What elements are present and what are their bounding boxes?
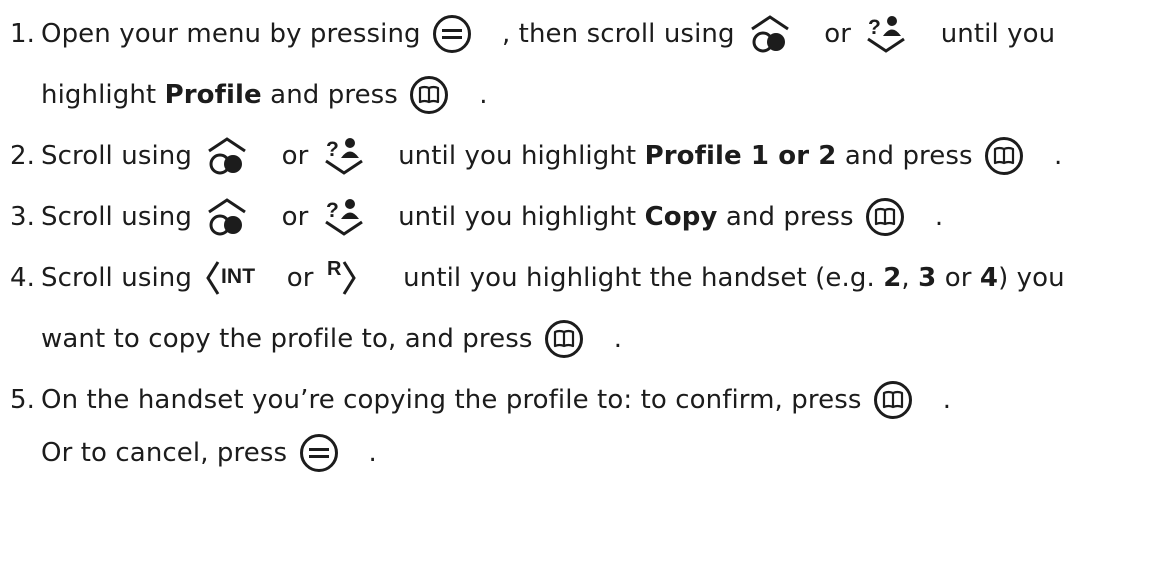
step-text: or <box>936 263 980 293</box>
step-text: . <box>942 385 952 415</box>
step-text: . <box>613 324 623 354</box>
question-mark-glyph: ? <box>868 16 881 39</box>
step-text: Scroll using <box>41 202 201 232</box>
step-text: . <box>368 438 377 468</box>
int-key-label: INT <box>221 265 255 288</box>
step-text: ) you <box>998 263 1065 293</box>
step-text: or <box>815 19 860 49</box>
step-number: 1. <box>10 19 36 49</box>
r-key-label: R <box>327 258 342 280</box>
highlight-term: Profile 1 or 2 <box>644 141 837 171</box>
step-text: Scroll using <box>41 263 201 293</box>
step-text: or <box>278 263 322 293</box>
step-text: Or to cancel, press <box>41 438 296 468</box>
ok-book-button-icon <box>544 207 611 471</box>
instructions-page: 1. Open your menu by pressing , then scr… <box>0 0 1166 485</box>
step-text: On the handset you’re copying the profil… <box>41 385 870 415</box>
step-text: highlight <box>41 80 165 110</box>
ok-book-button-icon <box>873 268 940 532</box>
highlight-term: 4 <box>979 263 999 293</box>
step-text: or <box>273 202 317 232</box>
step-text: , then scroll using <box>501 19 743 49</box>
step-text: want to copy the profile to, and press <box>41 324 541 354</box>
step-number: 4. <box>10 263 36 293</box>
menu-button-icon <box>299 321 366 585</box>
step-number: 5. <box>10 385 36 415</box>
step-text: until you highlight <box>389 141 645 171</box>
step-text: or <box>273 141 317 171</box>
step-text: . <box>934 202 944 232</box>
ok-book-button-icon <box>984 24 1051 288</box>
highlight-term: Copy <box>644 202 718 232</box>
step-text: until you highlight the handset (e.g. <box>394 263 884 293</box>
step-number: 3. <box>10 202 36 232</box>
step-text: Scroll using <box>41 141 201 171</box>
step-text: and press <box>717 202 862 232</box>
step-text: . <box>479 80 488 110</box>
step-number: 2. <box>10 141 36 171</box>
step-text: . <box>1053 141 1063 171</box>
